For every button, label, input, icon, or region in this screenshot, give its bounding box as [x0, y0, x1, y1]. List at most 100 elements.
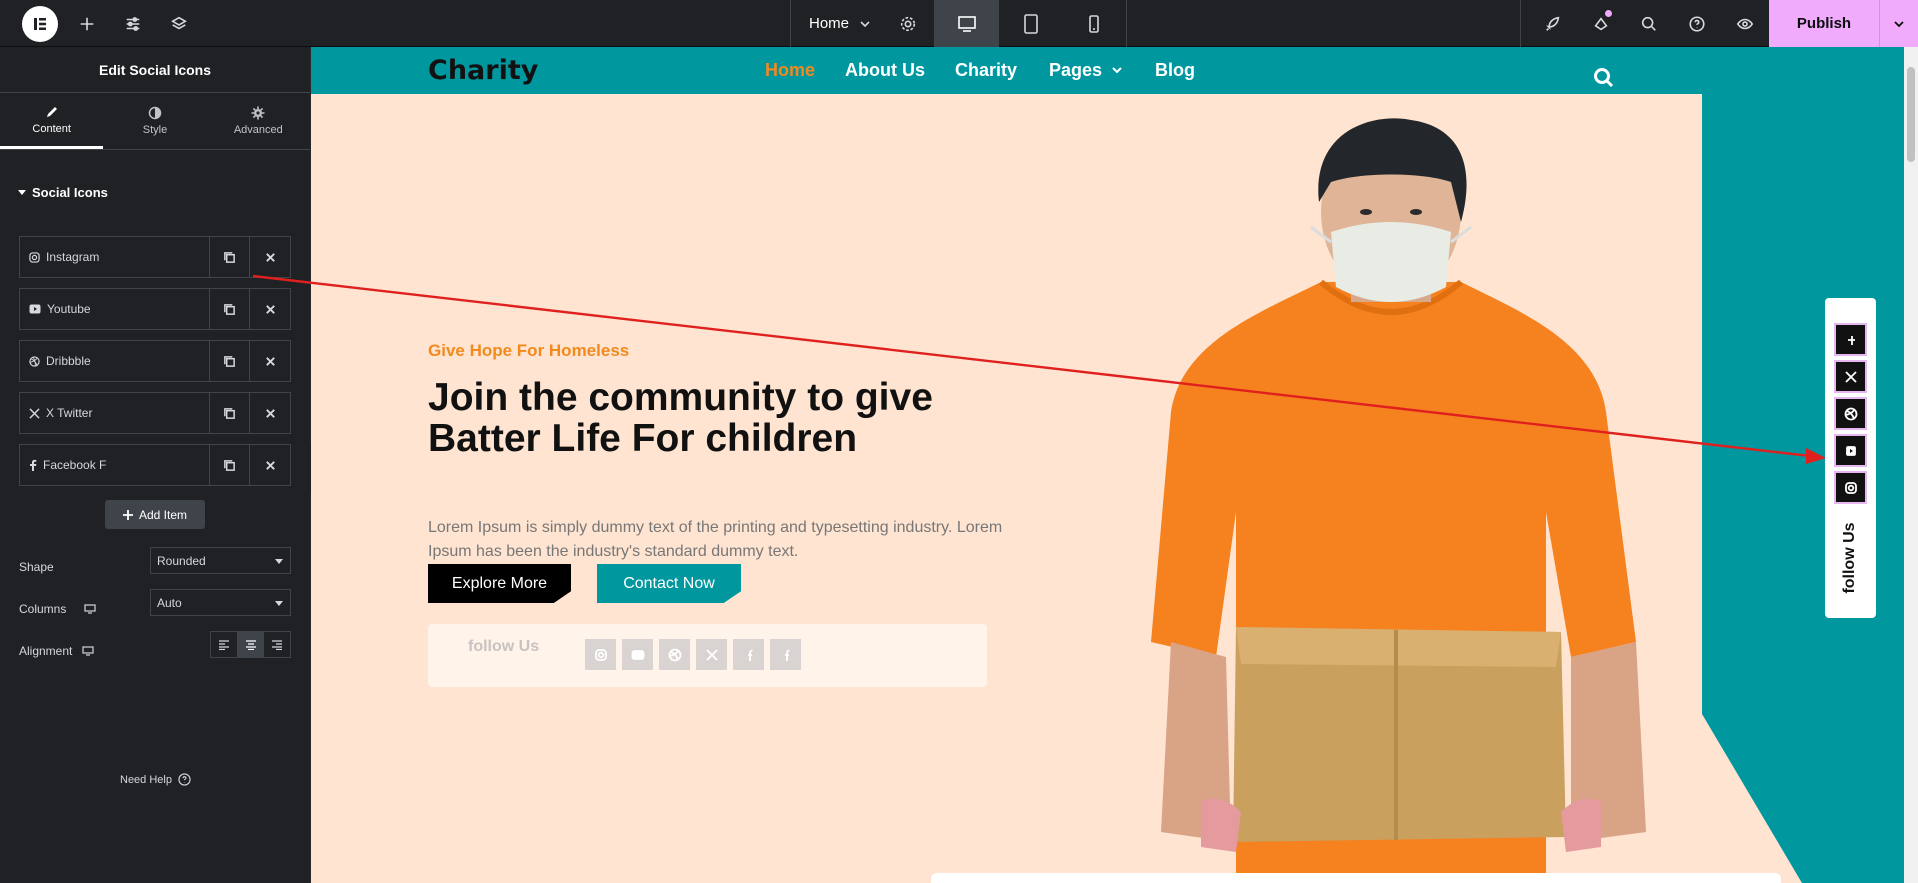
scrollbar-thumb[interactable]	[1907, 67, 1915, 162]
desktop-icon[interactable]	[82, 646, 94, 656]
float-x-twitter-icon[interactable]	[1834, 360, 1867, 393]
section-toggle-social-icons[interactable]: Social Icons	[18, 185, 108, 200]
preview-button[interactable]	[1727, 0, 1763, 47]
floating-social-icons-widget[interactable]: follow Us	[1825, 298, 1876, 618]
columns-select-value: Auto	[157, 595, 182, 610]
shape-select[interactable]: Rounded	[150, 547, 291, 574]
site-header: Charity Home About Us Charity Pages Blog	[311, 47, 1904, 94]
nav-charity[interactable]: Charity	[955, 60, 1017, 81]
inline-x-twitter-icon[interactable]	[696, 639, 727, 670]
need-help-link[interactable]: Need Help	[120, 773, 191, 786]
page-switcher[interactable]: Home	[790, 0, 935, 47]
duplicate-button[interactable]	[210, 237, 250, 277]
repeater-item-title[interactable]: Instagram	[20, 237, 210, 277]
float-instagram-icon[interactable]	[1834, 471, 1867, 504]
search-icon[interactable]	[1593, 67, 1615, 89]
desktop-view-button[interactable]	[935, 0, 999, 47]
hero-person-image	[1151, 118, 1646, 883]
repeater-item-title[interactable]: Facebook F	[20, 445, 210, 485]
gear-icon	[251, 106, 265, 120]
site-settings-button[interactable]	[118, 0, 148, 47]
repeater-item-label: Instagram	[46, 250, 100, 264]
follow-us-vertical-label: follow Us	[1841, 522, 1858, 594]
alignment-control	[210, 631, 291, 658]
repeater-item-label: Dribbble	[46, 354, 91, 368]
structure-button[interactable]	[164, 0, 194, 47]
duplicate-button[interactable]	[210, 393, 250, 433]
align-center-button[interactable]	[237, 632, 265, 657]
tab-content[interactable]: Content	[0, 93, 104, 149]
remove-button[interactable]	[250, 341, 290, 381]
explore-more-button[interactable]: Explore More	[428, 564, 571, 603]
desktop-icon[interactable]	[84, 604, 96, 614]
align-center-icon	[245, 639, 256, 650]
tab-label: Content	[32, 122, 71, 135]
sliders-icon	[126, 16, 140, 31]
nav-blog[interactable]: Blog	[1155, 60, 1195, 81]
repeater-item-x-twitter[interactable]: X Twitter	[19, 392, 291, 434]
inline-facebook-icon[interactable]	[733, 639, 764, 670]
inline-youtube-icon[interactable]	[622, 639, 653, 670]
copy-icon	[224, 355, 235, 367]
content-card	[931, 873, 1781, 883]
copy-icon	[224, 459, 235, 471]
youtube-icon	[29, 304, 41, 314]
float-youtube-icon[interactable]	[1834, 434, 1867, 467]
preview-canvas: Charity Home About Us Charity Pages Blog…	[311, 47, 1904, 883]
repeater-item-title[interactable]: Youtube	[20, 289, 210, 329]
inline-dribbble-icon[interactable]	[659, 639, 690, 670]
repeater-item-dribbble[interactable]: Dribbble	[19, 340, 291, 382]
repeater-item-label: Facebook F	[43, 458, 107, 472]
duplicate-button[interactable]	[210, 289, 250, 329]
tab-label: Advanced	[233, 124, 283, 136]
align-right-button[interactable]	[264, 632, 290, 657]
notifications-button[interactable]	[1583, 0, 1619, 47]
panel-tabs: Content Style Advanced	[0, 93, 310, 150]
duplicate-button[interactable]	[210, 445, 250, 485]
canvas-scrollbar[interactable]	[1904, 47, 1918, 883]
search-button[interactable]	[1631, 0, 1667, 47]
remove-button[interactable]	[250, 445, 290, 485]
hero-kicker: Give Hope For Homeless	[428, 341, 630, 360]
remove-button[interactable]	[250, 393, 290, 433]
repeater-item-title[interactable]: Dribbble	[20, 341, 210, 381]
layers-icon	[171, 16, 187, 29]
elementor-logo-icon[interactable]	[22, 6, 58, 42]
repeater-item-title[interactable]: X Twitter	[20, 393, 210, 433]
duplicate-button[interactable]	[210, 341, 250, 381]
launchpad-button[interactable]	[1535, 0, 1571, 47]
tab-advanced[interactable]: Advanced	[207, 93, 310, 149]
tab-style[interactable]: Style	[103, 93, 206, 149]
publish-options-button[interactable]	[1879, 0, 1918, 47]
align-right-icon	[272, 639, 283, 650]
close-icon	[265, 252, 275, 262]
tablet-view-button[interactable]	[999, 0, 1063, 47]
social-icons-widget-inline[interactable]: follow Us	[428, 624, 987, 687]
columns-select[interactable]: Auto	[150, 589, 291, 616]
add-element-button[interactable]	[72, 0, 102, 47]
settings-icon[interactable]	[899, 15, 917, 33]
publish-button[interactable]: Publish	[1769, 0, 1879, 47]
repeater-item-youtube[interactable]: Youtube	[19, 288, 291, 330]
add-item-label: Add Item	[138, 507, 188, 522]
add-item-button[interactable]: Add Item	[105, 500, 205, 529]
topbar-right-tools	[1520, 0, 1770, 47]
remove-button[interactable]	[250, 289, 290, 329]
contact-now-button[interactable]: Contact Now	[597, 564, 741, 603]
remove-button[interactable]	[250, 237, 290, 277]
align-left-button[interactable]	[211, 632, 238, 657]
help-button[interactable]	[1679, 0, 1715, 47]
repeater-item-facebook[interactable]: Facebook F	[19, 444, 291, 486]
instagram-icon	[29, 251, 40, 263]
nav-home[interactable]: Home	[765, 60, 815, 81]
mobile-view-button[interactable]	[1062, 0, 1126, 47]
inline-instagram-icon[interactable]	[585, 639, 616, 670]
nav-about-us[interactable]: About Us	[845, 60, 925, 81]
site-logo[interactable]: Charity	[428, 55, 538, 86]
float-dribbble-icon[interactable]	[1834, 397, 1867, 430]
repeater-item-instagram[interactable]: Instagram	[19, 236, 291, 278]
float-facebook-icon[interactable]	[1834, 323, 1867, 356]
nav-pages[interactable]: Pages	[1049, 60, 1123, 81]
need-help-label: Need Help	[120, 773, 172, 786]
inline-facebook-icon[interactable]	[770, 639, 801, 670]
